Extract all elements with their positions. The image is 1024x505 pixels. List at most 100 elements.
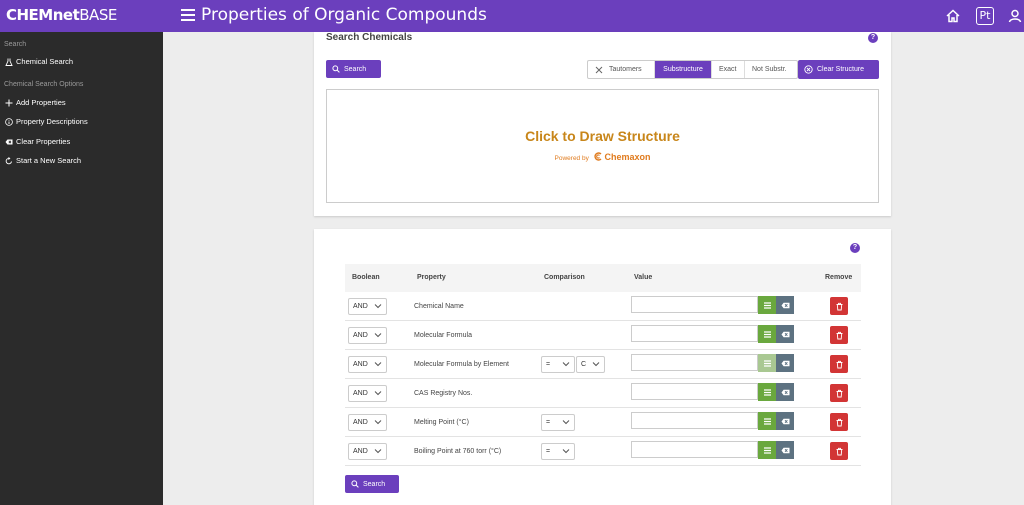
page-title: Properties of Organic Compounds [201, 5, 487, 25]
refresh-icon [5, 156, 12, 164]
boolean-select[interactable]: AND [348, 298, 387, 315]
search-button-label: Search [363, 480, 386, 488]
value-list-button[interactable] [758, 296, 776, 314]
structure-drawing-area[interactable]: Click to Draw Structure Powered by Chema… [326, 89, 879, 203]
option-label: Substructure [663, 66, 703, 73]
boolean-select[interactable]: AND [348, 356, 387, 373]
help-icon[interactable]: ? [850, 243, 860, 253]
option-label: Exact [719, 66, 737, 73]
sidebar-item-chemical-search[interactable]: Chemical Search [5, 57, 73, 66]
powered-by-text: Powered by [554, 155, 589, 162]
option-tautomers[interactable]: Tautomers [588, 61, 655, 78]
property-name: CAS Registry Nos. [414, 390, 473, 397]
remove-row-button[interactable] [830, 297, 848, 315]
clear-structure-button[interactable]: Clear Structure [798, 60, 879, 79]
clear-value-button[interactable] [776, 296, 794, 314]
clear-value-button[interactable] [776, 412, 794, 430]
chemaxon-logo-icon [594, 152, 602, 161]
option-label: Not Substr. [752, 66, 787, 73]
sidebar-item-new-search[interactable]: Start a New Search [5, 156, 81, 165]
backspace-icon [781, 389, 789, 395]
option-exact[interactable]: Exact [712, 61, 745, 78]
logo[interactable]: CHEMnetBASE [6, 6, 117, 24]
trash-icon [836, 360, 842, 368]
sidebar-item-add-properties[interactable]: Add Properties [5, 98, 66, 107]
col-value: Value [634, 274, 653, 281]
property-name: Chemical Name [414, 303, 464, 310]
trash-icon [836, 447, 842, 455]
value-input[interactable] [631, 383, 758, 400]
boolean-value: AND [353, 419, 368, 426]
chevron-down-icon [592, 362, 600, 367]
search-button[interactable]: Search [326, 60, 381, 78]
powered-brand: Chemaxon [604, 152, 651, 162]
value-list-button[interactable] [758, 383, 776, 401]
value-list-button[interactable] [758, 354, 776, 372]
clear-value-button[interactable] [776, 325, 794, 343]
boolean-select[interactable]: AND [348, 385, 387, 402]
list-icon [763, 301, 771, 309]
clear-value-button[interactable] [776, 354, 794, 372]
help-icon[interactable]: ? [868, 33, 878, 43]
draw-structure-prompt[interactable]: Click to Draw Structure [327, 128, 878, 144]
chevron-down-icon [374, 304, 382, 309]
value-list-button[interactable] [758, 325, 776, 343]
criteria-row: AND Boiling Point at 760 torr (°C) = [345, 437, 861, 466]
trash-icon [836, 418, 842, 426]
chevron-down-icon [562, 420, 570, 425]
boolean-select[interactable]: AND [348, 414, 387, 431]
backspace-icon [781, 331, 789, 337]
col-remove: Remove [825, 274, 853, 281]
remove-row-button[interactable] [830, 326, 848, 344]
option-substructure[interactable]: Substructure [655, 61, 712, 78]
property-name: Molecular Formula by Element [414, 361, 509, 368]
backspace-icon [781, 360, 789, 366]
value-input[interactable] [631, 412, 758, 429]
user-icon[interactable] [1006, 7, 1024, 25]
col-boolean: Boolean [352, 274, 380, 281]
comparison-select[interactable]: = [541, 356, 575, 373]
comparison-select[interactable]: = [541, 414, 575, 431]
value-input[interactable] [631, 325, 758, 342]
table-header: Boolean Property Comparison Value Remove [345, 264, 861, 292]
flask-icon [5, 58, 13, 66]
backspace-icon [781, 418, 789, 424]
value-list-button[interactable] [758, 412, 776, 430]
sidebar-item-property-descriptions[interactable]: Property Descriptions [5, 117, 88, 126]
boolean-select[interactable]: AND [348, 443, 387, 460]
trash-icon [836, 302, 842, 310]
remove-row-button[interactable] [830, 413, 848, 431]
boolean-value: AND [353, 390, 368, 397]
list-icon [763, 359, 771, 367]
property-name: Melting Point (°C) [414, 419, 469, 426]
home-icon[interactable] [944, 7, 962, 25]
backspace-icon [781, 447, 789, 453]
periodic-table-icon[interactable]: Pt [976, 7, 994, 25]
clear-value-button[interactable] [776, 383, 794, 401]
sidebar-section-options: Chemical Search Options [4, 81, 84, 88]
comparison-select[interactable]: = [541, 443, 575, 460]
value-input[interactable] [631, 441, 758, 458]
sidebar-item-clear-properties[interactable]: Clear Properties [5, 137, 70, 146]
value-list-button[interactable] [758, 441, 776, 459]
remove-row-button[interactable] [830, 384, 848, 402]
criteria-search-button[interactable]: Search [345, 475, 399, 493]
chevron-down-icon [562, 449, 570, 454]
sidebar-item-label: Add Properties [16, 98, 66, 107]
value-input[interactable] [631, 296, 758, 313]
chevron-down-icon [374, 362, 382, 367]
boolean-select[interactable]: AND [348, 327, 387, 344]
boolean-value: AND [353, 332, 368, 339]
element-select[interactable]: C [576, 356, 605, 373]
card-title: Search Chemicals [326, 32, 413, 43]
remove-row-button[interactable] [830, 355, 848, 373]
backspace-icon [5, 139, 13, 144]
option-not-substructure[interactable]: Not Substr. [745, 61, 797, 78]
remove-row-button[interactable] [830, 442, 848, 460]
logo-prefix: CHEMnet [6, 6, 80, 24]
clear-value-button[interactable] [776, 441, 794, 459]
menu-icon[interactable] [181, 9, 195, 21]
boolean-value: AND [353, 361, 368, 368]
value-input[interactable] [631, 354, 758, 371]
comparison-value: = [546, 361, 551, 368]
